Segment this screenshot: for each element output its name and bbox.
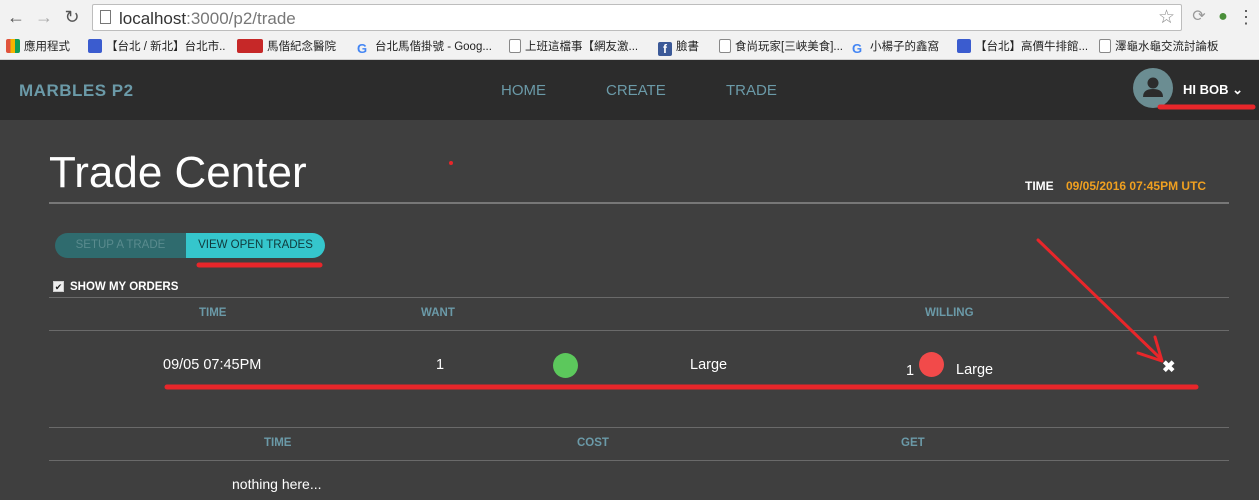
bookmark-label: 小楊子的鑫窩 (870, 41, 939, 53)
bookmark-blue-icon (957, 39, 971, 53)
bookmark-item[interactable]: G 小楊子的鑫窩 (852, 39, 948, 56)
column-header-want: WANT (421, 307, 455, 319)
bookmark-label: 應用程式 (24, 41, 70, 53)
cancel-trade-close-icon[interactable]: ✖ (1162, 357, 1175, 377)
time-value: 09/05/2016 07:45PM UTC (1066, 179, 1207, 193)
bookmark-label: 澤龜水龜交流討論板 (1115, 41, 1219, 53)
nav-trade[interactable]: TRADE (726, 82, 777, 99)
bookmark-star-icon[interactable]: ☆ (1158, 6, 1175, 29)
column-header-willing: WILLING (925, 307, 974, 319)
bookmark-label: 【台北】高價牛排館... (975, 41, 1089, 53)
bookmark-label: 馬偕紀念醫院 (267, 41, 336, 53)
extension-icon[interactable]: ⟳ (1189, 7, 1209, 27)
google-icon: G (357, 41, 368, 56)
show-my-orders-label: SHOW MY ORDERS (70, 281, 179, 293)
title-divider (49, 202, 1229, 204)
annotation-dot (449, 161, 453, 165)
want-quantity: 1 (436, 357, 445, 373)
column-header-time: TIME (264, 437, 292, 449)
bookmark-item[interactable]: 【台北 / 新北】台北市... (88, 39, 226, 56)
globe-extension-icon[interactable]: ● (1213, 7, 1233, 27)
page-icon (100, 10, 111, 24)
apps-grid-icon (6, 39, 20, 53)
app-header: MARBLES P2 HOME CREATE TRADE HI BOB ⌄ (0, 60, 1259, 120)
nav-create[interactable]: CREATE (606, 82, 666, 99)
tab-setup-trade[interactable]: SETUP A TRADE (55, 233, 186, 258)
annotation-arrow-shaft (1036, 238, 1162, 360)
reload-icon[interactable]: ↻ (62, 6, 82, 28)
bookmark-apps[interactable]: 應用程式 (6, 39, 82, 56)
bookmark-label: 【台北 / 新北】台北市... (106, 41, 226, 53)
brand-logo[interactable]: MARBLES P2 (19, 81, 134, 101)
bookmark-item[interactable]: 馬偕紀念醫院 (237, 39, 349, 56)
page-icon (719, 39, 731, 53)
table-divider (49, 297, 1229, 298)
column-header-get: GET (901, 437, 925, 449)
forward-arrow-icon[interactable]: → (34, 6, 54, 28)
bookmark-label: 食尚玩家[三峽美食]... (735, 41, 843, 53)
bookmark-item[interactable]: 澤龜水龜交流討論板 (1099, 39, 1231, 56)
hospital-logo-icon (237, 39, 263, 53)
want-size: Large (690, 357, 728, 373)
bookmark-label: 台北馬偕掛號 - Goog... (375, 41, 492, 53)
time-label: TIME (1025, 179, 1054, 193)
table-divider (49, 460, 1229, 461)
bookmark-item[interactable]: 食尚玩家[三峽美食]... (719, 39, 843, 56)
url-text: localhost:3000/p2/trade (119, 9, 296, 28)
page-icon (1099, 39, 1111, 53)
user-icon (1143, 77, 1163, 97)
willing-size: Large (956, 362, 994, 378)
annotation-arrow-head (1136, 335, 1164, 363)
bookmark-item[interactable]: 上班這檔事【網友激... (509, 39, 647, 56)
show-my-orders-checkbox[interactable]: ✔ (53, 281, 64, 292)
want-marble (553, 353, 578, 378)
bookmark-item[interactable]: G 台北馬偕掛號 - Goog... (357, 39, 495, 56)
table-divider (49, 330, 1229, 331)
address-bar[interactable]: localhost:3000/p2/trade ☆ (92, 4, 1182, 31)
willing-quantity: 1 (906, 363, 915, 379)
bookmark-item[interactable]: 【台北】高價牛排館... (957, 39, 1089, 56)
bookmark-item[interactable]: f 臉書 (658, 39, 718, 56)
bookmark-blue-icon (88, 39, 102, 53)
browser-menu-icon[interactable]: ⋮ (1237, 7, 1255, 27)
empty-message: nothing here... (232, 476, 322, 492)
user-greeting: HI BOB (1183, 82, 1229, 97)
page-title: Trade Center (49, 148, 307, 197)
facebook-icon: f (658, 42, 672, 56)
column-header-time: TIME (199, 307, 227, 319)
nav-home[interactable]: HOME (501, 82, 546, 99)
avatar[interactable] (1133, 68, 1173, 108)
trade-time: 09/05 07:45PM (163, 357, 262, 373)
back-arrow-icon[interactable]: ← (6, 6, 26, 28)
page-icon (509, 39, 521, 53)
browser-toolbar: ← → ↻ localhost:3000/p2/trade ☆ ⟳ ● ⋮ (0, 0, 1259, 35)
bookmarks-bar: 應用程式 【台北 / 新北】台北市... 馬偕紀念醫院 G 台北馬偕掛號 - Go… (0, 35, 1259, 60)
bookmark-label: 臉書 (676, 41, 699, 53)
user-menu[interactable]: HI BOB ⌄ (1183, 82, 1243, 98)
tab-view-open-trades[interactable]: VIEW OPEN TRADES (186, 233, 325, 258)
trade-mode-toggle: SETUP A TRADE VIEW OPEN TRADES (55, 233, 325, 258)
chevron-down-icon: ⌄ (1232, 82, 1244, 97)
column-header-cost: COST (577, 437, 609, 449)
bookmark-label: 上班這檔事【網友激... (525, 41, 639, 53)
table-divider (49, 427, 1229, 428)
google-icon: G (852, 41, 863, 56)
willing-marble (919, 352, 944, 377)
